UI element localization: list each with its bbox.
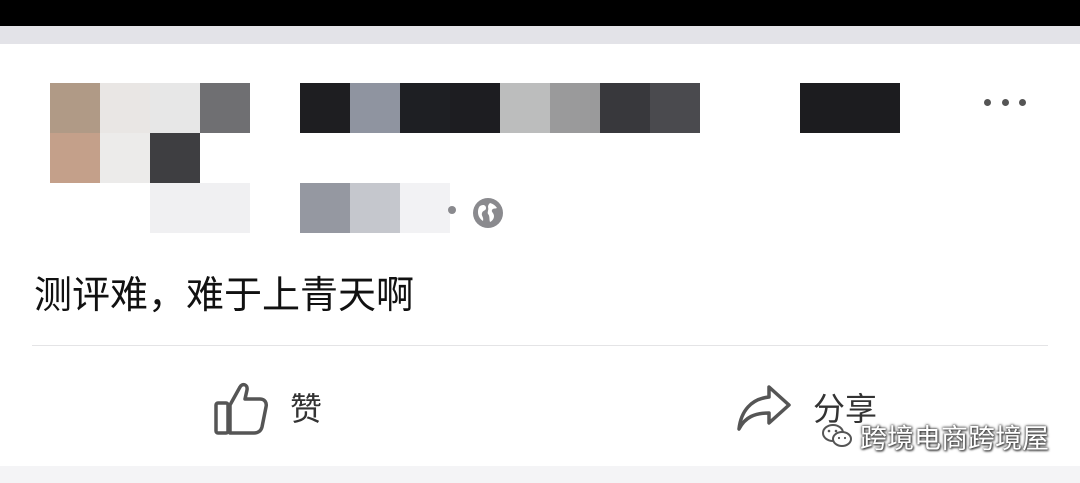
more-options-button[interactable]: [980, 90, 1030, 114]
post-text: 测评难，难于上青天啊: [34, 273, 415, 317]
top-black-bar: [0, 0, 1080, 26]
more-horizontal-icon: [984, 98, 991, 106]
divider: [32, 345, 1048, 346]
bottom-edge: [0, 466, 1080, 483]
post-time-redacted: [150, 183, 510, 233]
like-label: 赞: [290, 390, 323, 428]
meta-separator-dot: [448, 206, 456, 214]
share-arrow-icon: [737, 385, 791, 431]
watermark-text: 跨境电商跨境屋: [860, 423, 1049, 455]
top-gray-strip: [0, 26, 1080, 44]
like-button[interactable]: 赞: [212, 372, 322, 442]
globe-icon: [473, 198, 503, 228]
author-name-redacted[interactable]: [300, 83, 900, 133]
watermark: 跨境电商跨境屋: [822, 416, 1049, 456]
thumbs-up-icon: [214, 382, 268, 435]
wechat-icon: [822, 424, 852, 447]
